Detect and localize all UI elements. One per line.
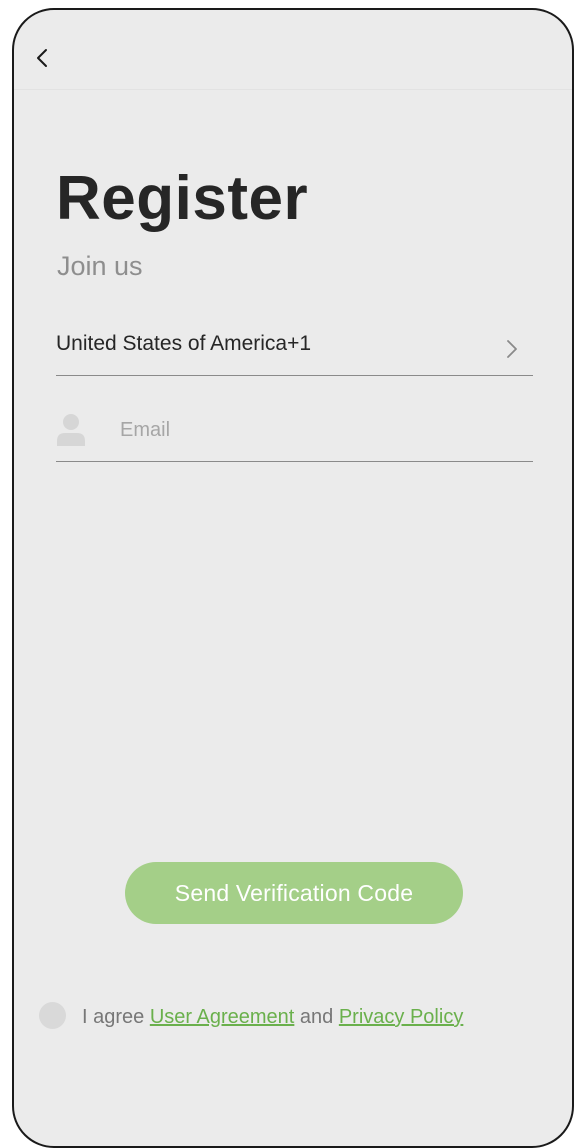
agreement-row: I agree User Agreement and Privacy Polic…: [39, 1002, 463, 1032]
phone-frame: Register Join us United States of Americ…: [12, 8, 574, 1148]
page-subtitle: Join us: [57, 251, 143, 281]
agree-prefix: I agree: [82, 1006, 145, 1028]
page-title: Register: [56, 164, 309, 233]
privacy-policy-link[interactable]: Privacy Policy: [339, 1006, 463, 1028]
back-button[interactable]: [30, 40, 66, 76]
email-field: [56, 406, 533, 462]
country-selector[interactable]: United States of America+1: [56, 320, 533, 376]
user-icon: [57, 414, 85, 446]
user-agreement-link[interactable]: User Agreement: [150, 1006, 295, 1028]
email-input[interactable]: [120, 412, 520, 448]
send-verification-code-button[interactable]: Send Verification Code: [125, 862, 463, 924]
chevron-right-icon: [507, 340, 517, 358]
agree-conjunction: and: [299, 1006, 334, 1028]
country-label: United States of America+1: [56, 332, 312, 355]
agreement-checkbox[interactable]: [39, 1002, 66, 1030]
chevron-left-icon: [37, 49, 47, 67]
top-bar: [14, 10, 572, 90]
